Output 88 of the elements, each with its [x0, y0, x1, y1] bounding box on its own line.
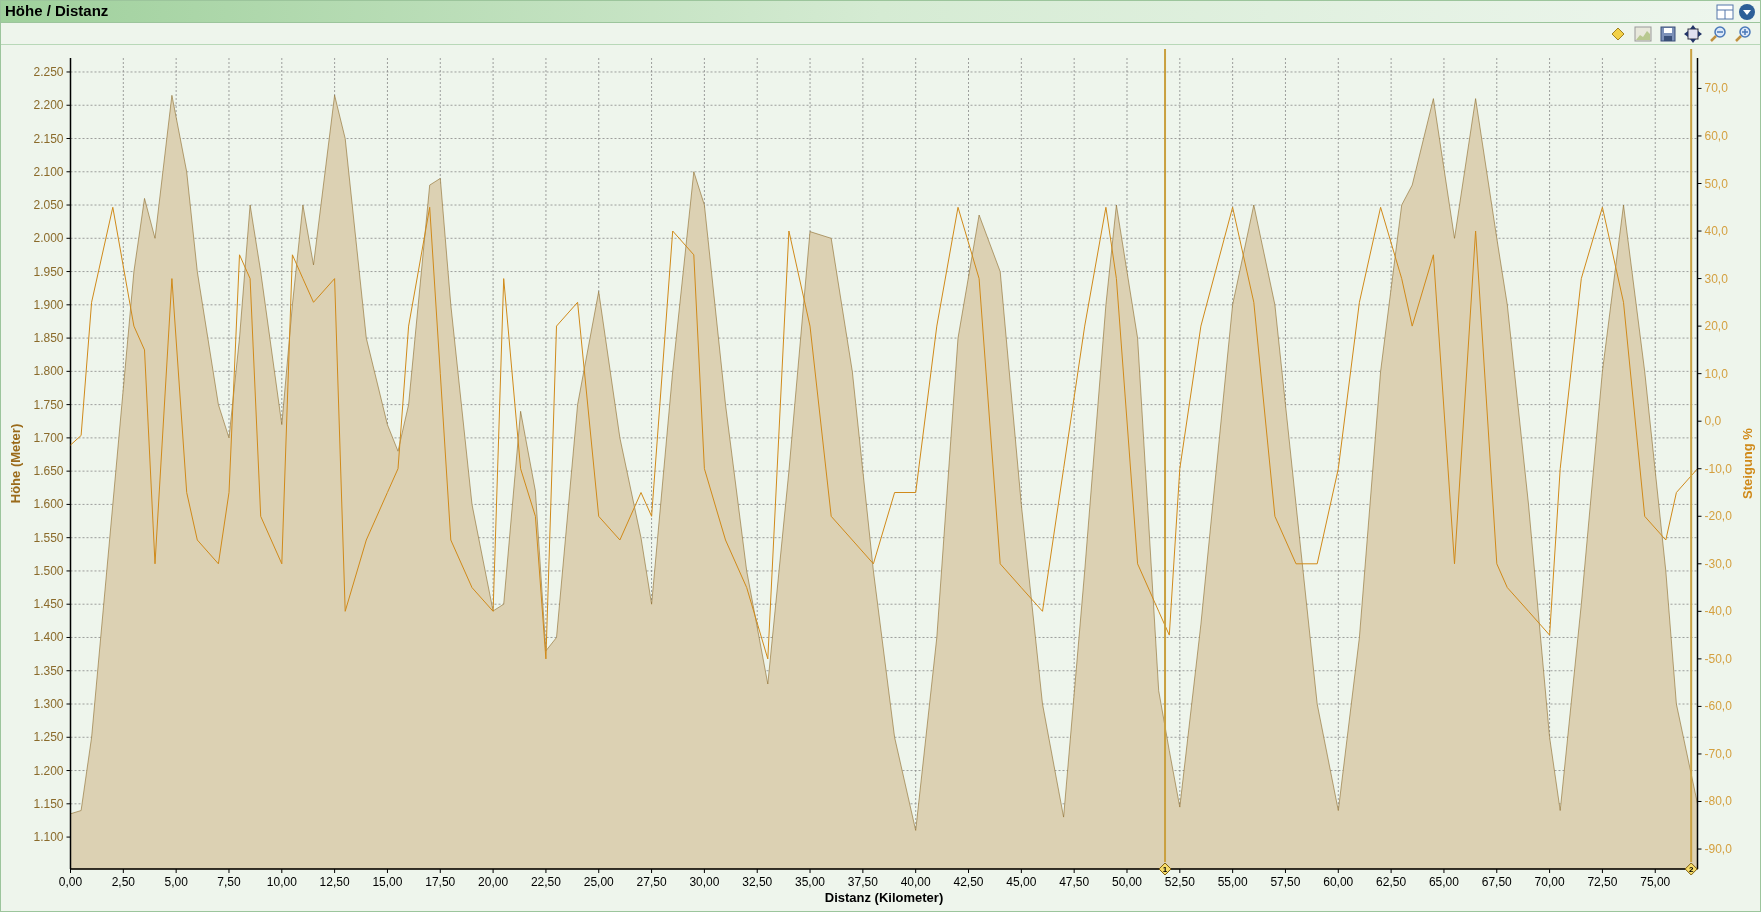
axis-tick-label: 10,00 [266, 875, 297, 889]
axis-tick-label: 1.850 [33, 331, 64, 346]
axis-tick-label: 60,0 [1704, 128, 1728, 143]
axis-tick-label: -10,0 [1704, 461, 1732, 476]
save-icon[interactable] [1659, 24, 1677, 43]
axis-tick-label: 0,00 [58, 875, 83, 889]
axis-tick-label: 60,00 [1323, 875, 1354, 889]
marker-handle[interactable] [1158, 862, 1172, 876]
axis-tick-label: 1.550 [33, 530, 64, 545]
axis-tick-label: 42,50 [953, 875, 984, 889]
axis-tick-label: 72,50 [1587, 875, 1618, 889]
marker-label: 2 [1688, 865, 1694, 874]
axis-tick-label: 27,50 [636, 875, 667, 889]
axis-tick-label: 35,00 [795, 875, 826, 889]
axis-tick-label: 70,0 [1704, 81, 1728, 96]
axis-tick-label: 2.000 [33, 231, 64, 246]
axis-tick-label: -60,0 [1704, 699, 1732, 714]
axis-tick-label: -40,0 [1704, 604, 1732, 619]
axis-tick-label: 0,0 [1704, 414, 1722, 429]
axis-tick-label: 62,50 [1376, 875, 1407, 889]
marker-line[interactable] [1164, 49, 1167, 863]
axis-tick-label: -20,0 [1704, 509, 1732, 524]
axis-tick-label: 1.400 [33, 630, 64, 645]
axis-tick-label: -70,0 [1704, 746, 1732, 761]
axis-tick-label: 45,00 [1006, 875, 1037, 889]
axis-tick-label: 32,50 [742, 875, 773, 889]
axis-tick-label: 2.050 [33, 198, 64, 213]
axis-tick-label: -30,0 [1704, 556, 1732, 571]
axis-tick-label: 2.100 [33, 164, 64, 179]
axis-tick-label: 67,50 [1481, 875, 1512, 889]
axis-tick-label: 1.350 [33, 663, 64, 678]
axis-tick-label: 1.750 [33, 397, 64, 412]
axis-tick-label: 5,00 [164, 875, 188, 889]
axis-tick-label: 55,00 [1217, 875, 1248, 889]
axis-tick-label: 10,0 [1704, 366, 1728, 381]
axis-tick-label: 1.650 [33, 464, 64, 479]
x-axis-title: Distanz (Kilometer) [824, 890, 944, 905]
axis-tick-label: 1.450 [33, 597, 64, 612]
axis-tick-label: 1.100 [33, 830, 64, 845]
axis-tick-label: -50,0 [1704, 651, 1732, 666]
dropdown-icon[interactable] [1738, 2, 1756, 21]
axis-tick-label: 22,50 [530, 875, 561, 889]
axis-tick-label: 15,00 [372, 875, 403, 889]
axis-tick-label: 20,0 [1704, 319, 1728, 334]
axis-tick-label: 1.250 [33, 730, 64, 745]
axis-tick-label: 25,00 [583, 875, 614, 889]
axis-tick-label: 7,50 [217, 875, 241, 889]
axis-tick-label: -80,0 [1704, 794, 1732, 809]
axis-tick-label: 1.600 [33, 497, 64, 512]
axis-tick-label: 2.200 [33, 98, 64, 113]
axis-tick-label: 50,0 [1704, 176, 1728, 191]
marker-line[interactable] [1690, 49, 1693, 863]
axis-tick-label: 70,00 [1534, 875, 1565, 889]
axis-tick-label: 2.150 [33, 131, 64, 146]
axis-tick-label: 1.900 [33, 297, 64, 312]
axis-tick-label: 50,00 [1112, 875, 1142, 889]
axis-tick-label: 1.200 [33, 763, 64, 778]
marker-label: 1 [1162, 865, 1168, 874]
axis-tick-label: 17,50 [425, 875, 456, 889]
marker-handle[interactable] [1684, 862, 1698, 876]
axis-tick-label: 1.500 [33, 563, 64, 578]
axis-tick-label: 1.800 [33, 364, 64, 379]
axis-tick-label: -90,0 [1704, 842, 1732, 857]
axis-tick-label: 75,00 [1640, 875, 1671, 889]
layout-icon[interactable] [1716, 2, 1734, 21]
panel-title: Höhe / Distanz [5, 1, 109, 22]
axis-tick-label: 12,50 [319, 875, 350, 889]
axis-tick-label: 30,0 [1704, 271, 1728, 286]
axis-tick-label: 30,00 [689, 875, 720, 889]
axis-tick-label: 40,0 [1704, 224, 1728, 239]
y-axis-title: Steigung % [1739, 428, 1755, 499]
axis-tick-label: 20,00 [478, 875, 509, 889]
axis-tick-label: 1.950 [33, 264, 64, 279]
axis-tick-label: 37,50 [847, 875, 878, 889]
axis-tick-label: 57,50 [1270, 875, 1301, 889]
axis-tick-label: 2,50 [111, 875, 135, 889]
axis-tick-label: 2.250 [33, 64, 64, 79]
axis-tick-label: 1.300 [33, 697, 64, 711]
axis-tick-label: 40,00 [900, 875, 931, 889]
axis-tick-label: 52,50 [1164, 875, 1195, 889]
axis-tick-label: 1.150 [33, 796, 64, 811]
zoom-in-icon[interactable] [1734, 24, 1752, 43]
axis-tick-label: 1.700 [33, 430, 64, 445]
axis-tick-label: 65,00 [1428, 875, 1459, 889]
fit-icon[interactable] [1684, 24, 1702, 43]
zoom-out-icon[interactable] [1709, 24, 1727, 43]
y-axis-title: Höhe (Meter) [7, 423, 23, 504]
axis-tick-label: 47,50 [1059, 875, 1090, 889]
